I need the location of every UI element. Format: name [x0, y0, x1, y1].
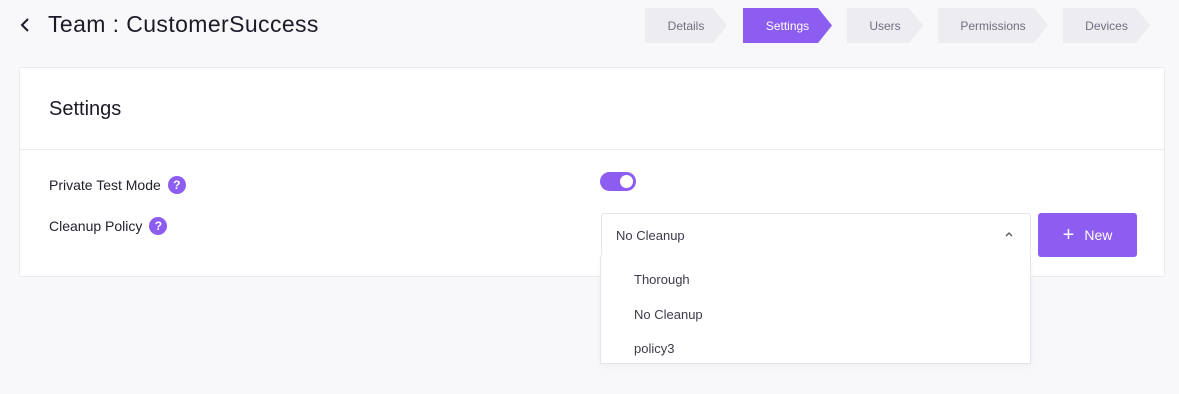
cleanup-policy-label: Cleanup Policy	[49, 218, 143, 234]
settings-title: Settings	[49, 98, 122, 120]
step-permissions[interactable]: Permissions	[938, 8, 1048, 43]
cleanup-policy-select[interactable]: No Cleanup	[601, 213, 1031, 257]
step-devices[interactable]: Devices	[1063, 8, 1150, 43]
plus-icon: +	[1062, 224, 1075, 246]
dropdown-option[interactable]: Thorough	[601, 262, 1030, 297]
private-test-mode-label: Private Test Mode	[49, 177, 161, 193]
step-details[interactable]: Details	[645, 8, 727, 43]
private-test-mode-toggle[interactable]	[600, 172, 636, 191]
dropdown-option[interactable]: No Cleanup	[601, 297, 1030, 332]
cleanup-policy-dropdown: Thorough No Cleanup policy3	[600, 256, 1031, 364]
dropdown-option[interactable]: policy3	[601, 331, 1030, 366]
cleanup-policy-selected-value: No Cleanup	[616, 227, 685, 243]
settings-card: Settings Private Test Mode ? Cleanup Pol…	[19, 67, 1165, 277]
cleanup-policy-row: Cleanup Policy ?	[49, 217, 168, 235]
toggle-knob	[620, 175, 633, 188]
header: Team : CustomerSuccess Details Settings …	[0, 0, 1179, 50]
chevron-up-icon	[1002, 227, 1016, 241]
back-chevron-icon[interactable]	[14, 12, 36, 38]
step-users[interactable]: Users	[847, 8, 923, 43]
step-settings[interactable]: Settings	[743, 8, 832, 43]
private-test-mode-row: Private Test Mode ?	[49, 176, 186, 194]
divider	[20, 149, 1164, 150]
page-title: Team : CustomerSuccess	[48, 11, 319, 37]
new-policy-button[interactable]: + New	[1038, 213, 1137, 257]
help-icon[interactable]: ?	[149, 217, 168, 235]
help-icon[interactable]: ?	[167, 176, 186, 194]
new-button-label: New	[1084, 227, 1113, 243]
